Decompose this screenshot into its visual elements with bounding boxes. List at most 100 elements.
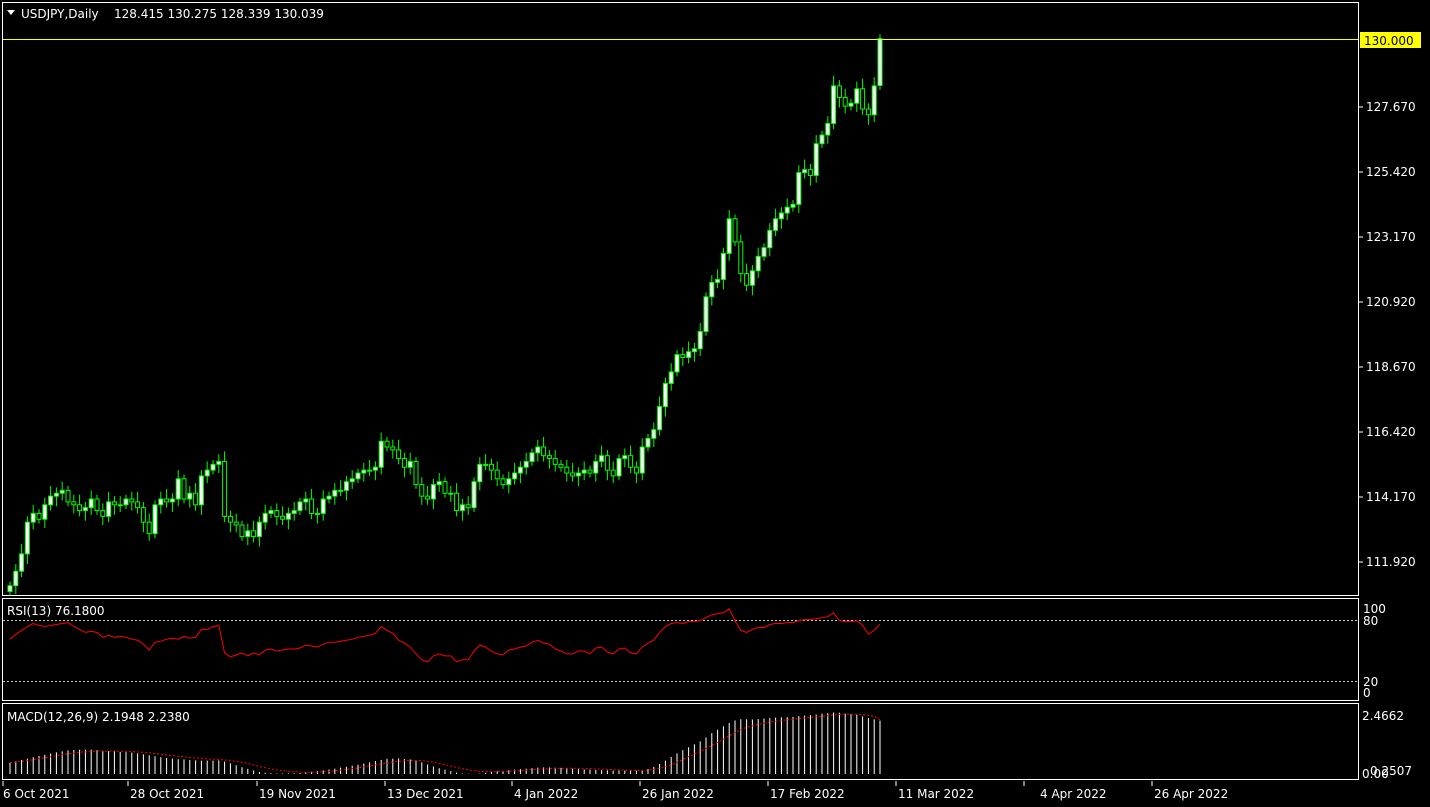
candle-body (140, 507, 146, 523)
candle-body (633, 466, 639, 474)
candle-body (738, 241, 744, 275)
candle-body (361, 469, 367, 474)
candle-body (465, 504, 471, 509)
candle-body (181, 478, 187, 500)
candle-body (77, 504, 83, 512)
candle-body (425, 495, 431, 500)
candle-body (7, 585, 13, 592)
ohlc-values: 128.415 130.275 128.339 130.039 (114, 7, 324, 21)
candle-body (622, 455, 628, 460)
time-tick: 13 Dec 2021 (387, 787, 464, 801)
candle-body (773, 218, 779, 231)
candle-body (175, 478, 181, 500)
candle-body (616, 458, 622, 477)
candle-body (100, 510, 106, 517)
candle-body (372, 466, 378, 471)
candle-body (570, 472, 576, 477)
candle-body (19, 553, 25, 572)
candle-body (135, 501, 141, 509)
candle-body (24, 521, 30, 555)
candle-body (854, 88, 860, 104)
candle-body (111, 501, 117, 506)
candle-body (517, 466, 523, 474)
candle-body (581, 469, 587, 474)
candle-body (778, 212, 784, 220)
candle-body (216, 460, 222, 465)
candle-body (401, 458, 407, 468)
time-tick: 26 Jan 2022 (642, 787, 714, 801)
price-tick: 116.420 (1366, 425, 1416, 439)
candle-body (488, 463, 494, 471)
candle-body (262, 512, 268, 523)
candle-body (709, 281, 715, 298)
candle-body (662, 382, 668, 408)
candle-body (755, 255, 761, 272)
rsi-tick: 0 (1363, 686, 1371, 700)
candle-body (767, 229, 773, 249)
time-tick: 4 Apr 2022 (1040, 787, 1107, 801)
candle-body (274, 510, 280, 517)
macd-tick: 2.4662 (1362, 709, 1404, 723)
candle-body (268, 510, 274, 514)
candle-body (680, 354, 686, 358)
candle-body (343, 481, 349, 491)
candle-body (790, 203, 796, 208)
candle-body (720, 252, 726, 280)
candle-body (471, 481, 477, 509)
candle-body (285, 512, 291, 520)
candle-body (291, 510, 297, 514)
candle-body (152, 504, 158, 535)
candle-body (703, 296, 709, 332)
candle-body (297, 501, 303, 512)
candle-body (813, 143, 819, 176)
candle-body (30, 512, 36, 523)
candle-body (158, 498, 164, 506)
candle-body (604, 455, 610, 471)
main-chart-frame (2, 2, 1359, 596)
candle-body (71, 501, 77, 506)
candle-body (251, 530, 257, 538)
candle-body (645, 437, 651, 448)
candle-body (65, 489, 71, 503)
candle-body (599, 455, 605, 462)
symbol-label: USDJPY,Daily (21, 7, 99, 21)
candle-body (802, 169, 808, 174)
time-tick: 17 Feb 2022 (770, 787, 845, 801)
candle-body (761, 247, 767, 257)
candle-body (367, 469, 373, 472)
macd-panel-frame (2, 703, 1359, 780)
candle-body (848, 102, 854, 107)
candle-body (88, 498, 94, 509)
candle-body (123, 498, 129, 506)
rsi-axis: 100 80 20 0 (1363, 602, 1386, 700)
candle-body (819, 134, 825, 145)
candle-body (825, 122, 831, 136)
candle-body (245, 530, 251, 538)
candle-body (390, 446, 396, 451)
candle-body (59, 489, 65, 494)
candle-body (338, 489, 344, 492)
candle-body (860, 88, 866, 110)
candle-body (523, 460, 529, 468)
candle-body (506, 478, 512, 486)
rsi-panel-frame (2, 598, 1359, 701)
candle-body (198, 475, 204, 506)
candle-body (529, 452, 535, 462)
rsi-tick: 80 (1363, 614, 1378, 628)
candle-body (657, 406, 663, 431)
candle-body (784, 206, 790, 214)
candle-body (164, 498, 170, 503)
candle-body (871, 85, 877, 116)
candle-body (210, 463, 216, 471)
candle-body (256, 521, 262, 538)
time-tick: 11 Mar 2022 (898, 787, 974, 801)
candle-body (169, 498, 175, 503)
candle-body (53, 492, 59, 497)
candle-body (106, 501, 112, 517)
candle-body (749, 270, 755, 286)
candle-body (477, 463, 483, 483)
collapse-triangle-icon[interactable] (7, 10, 15, 15)
candle-body (744, 273, 750, 286)
candles-layer (7, 34, 883, 596)
price-line-label: 130.000 (1364, 34, 1414, 48)
